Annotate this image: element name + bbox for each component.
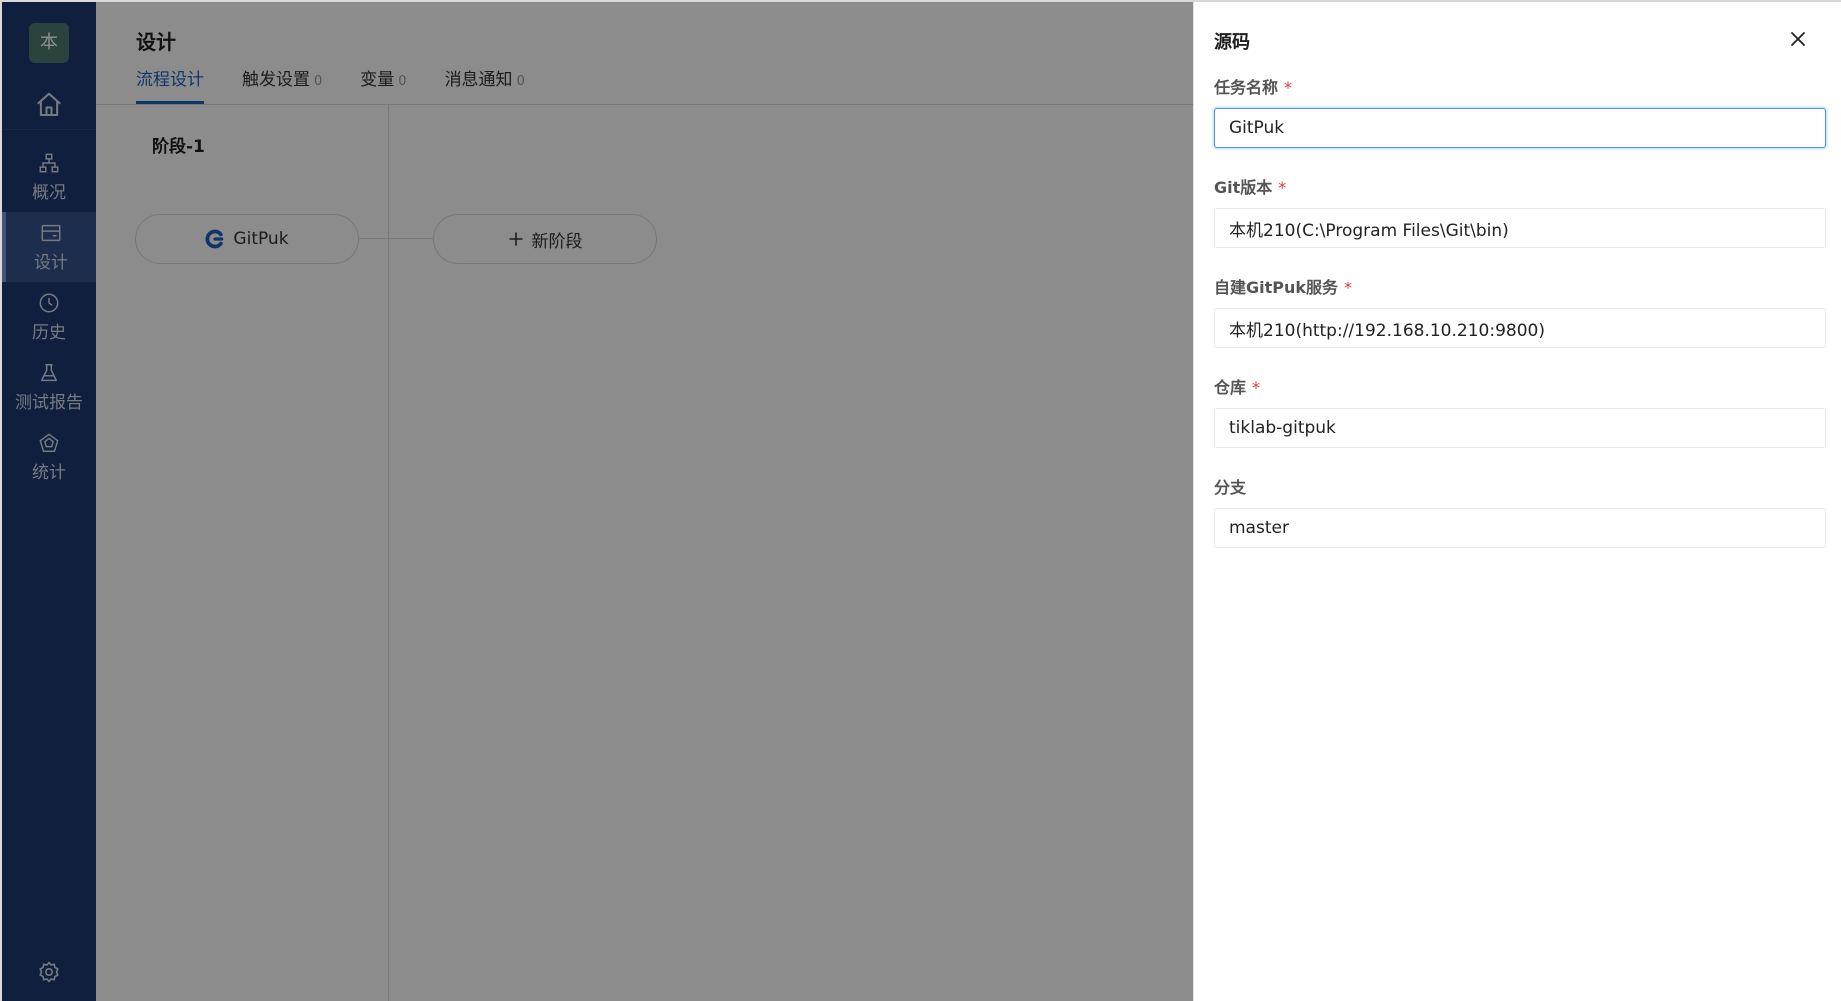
tab-notifications[interactable]: 消息通知 0 (445, 62, 525, 104)
repository-select[interactable] (1214, 408, 1826, 448)
new-stage-button[interactable]: 新阶段 (433, 214, 657, 264)
field-label-text: 自建GitPuk服务 (1214, 278, 1339, 297)
stage-column-divider (388, 105, 389, 1001)
field-label-text: 仓库 (1214, 378, 1247, 397)
branch-select[interactable] (1214, 508, 1826, 548)
tab-label: 消息通知 (444, 70, 513, 90)
field-label-text: Git版本 (1214, 178, 1273, 197)
field-label-task-name: 任务名称 * (1214, 74, 1292, 98)
field-label-text: 分支 (1214, 478, 1247, 497)
history-icon (39, 293, 59, 312)
overview-icon (39, 153, 59, 172)
main-content: 设计 流程设计 触发设置 0 变量 0 消息通知 0 阶段-1 GitPuk 新… (96, 2, 1193, 1001)
sidebar-item-overview[interactable]: 概况 (2, 142, 96, 212)
stage-connector (359, 238, 433, 239)
tab-bar: 流程设计 触发设置 0 变量 0 消息通知 0 (136, 62, 525, 104)
required-marker: * (1284, 78, 1293, 97)
statistics-icon (39, 433, 59, 452)
sidebar-item-design[interactable]: 设计 (2, 212, 96, 282)
field-label-repository: 仓库 * (1214, 374, 1260, 398)
app-window: 本 概况 设计 历史 测试报告 统计 设计 流程设计 触发设置 0 变量 0 消… (0, 0, 1841, 1001)
sidebar-item-label: 概况 (32, 182, 66, 203)
sidebar-item-history[interactable]: 历史 (2, 282, 96, 352)
tab-count: 0 (398, 74, 407, 89)
close-icon (1791, 32, 1805, 46)
tab-count: 0 (314, 74, 323, 89)
settings-button[interactable] (2, 952, 96, 992)
tab-count: 0 (516, 74, 525, 89)
avatar[interactable]: 本 (29, 23, 69, 63)
gitpuk-logo-icon (206, 229, 224, 249)
git-version-select[interactable] (1214, 208, 1826, 248)
tab-trigger-settings[interactable]: 触发设置 0 (242, 62, 322, 104)
sidebar: 本 概况 设计 历史 测试报告 统计 (2, 2, 96, 1001)
field-label-gitpuk-service: 自建GitPuk服务 * (1214, 274, 1352, 298)
task-label: GitPuk (233, 229, 289, 249)
home-button[interactable] (2, 80, 96, 130)
drawer-title: 源码 (1214, 32, 1250, 53)
required-marker: * (1278, 178, 1287, 197)
home-icon (37, 92, 61, 116)
new-stage-label: 新阶段 (531, 231, 583, 252)
sidebar-item-label: 测试报告 (15, 392, 83, 413)
sidebar-item-test-report[interactable]: 测试报告 (2, 352, 96, 422)
tab-label: 触发设置 (242, 70, 310, 90)
tab-variables[interactable]: 变量 0 (360, 62, 406, 104)
field-label-branch: 分支 (1214, 474, 1246, 498)
field-label-git-version: Git版本 * (1214, 174, 1286, 198)
sidebar-item-label: 统计 (32, 462, 66, 483)
plus-icon (509, 232, 522, 246)
source-drawer: 源码 任务名称 * Git版本 * 自建GitPuk服务 * 仓库 * 分支 (1193, 2, 1841, 1001)
task-name-input[interactable] (1214, 108, 1826, 148)
sidebar-item-statistics[interactable]: 统计 (2, 422, 96, 492)
design-icon (41, 224, 61, 241)
stage-title: 阶段-1 (152, 137, 205, 157)
sidebar-item-label: 历史 (32, 322, 66, 343)
task-gitpuk[interactable]: GitPuk (135, 214, 359, 264)
tab-flow-design[interactable]: 流程设计 (136, 62, 204, 104)
sidebar-item-label: 设计 (34, 252, 68, 273)
field-label-text: 任务名称 (1214, 78, 1279, 97)
tabs-divider (96, 104, 1193, 105)
tab-label: 变量 (360, 70, 395, 90)
test-report-icon (40, 363, 58, 381)
required-marker: * (1344, 278, 1353, 297)
required-marker: * (1252, 378, 1261, 397)
close-button[interactable] (1785, 26, 1811, 52)
tab-label: 流程设计 (136, 70, 204, 90)
gear-icon (39, 961, 59, 983)
gitpuk-service-select[interactable] (1214, 308, 1826, 348)
page-title: 设计 (136, 30, 176, 54)
